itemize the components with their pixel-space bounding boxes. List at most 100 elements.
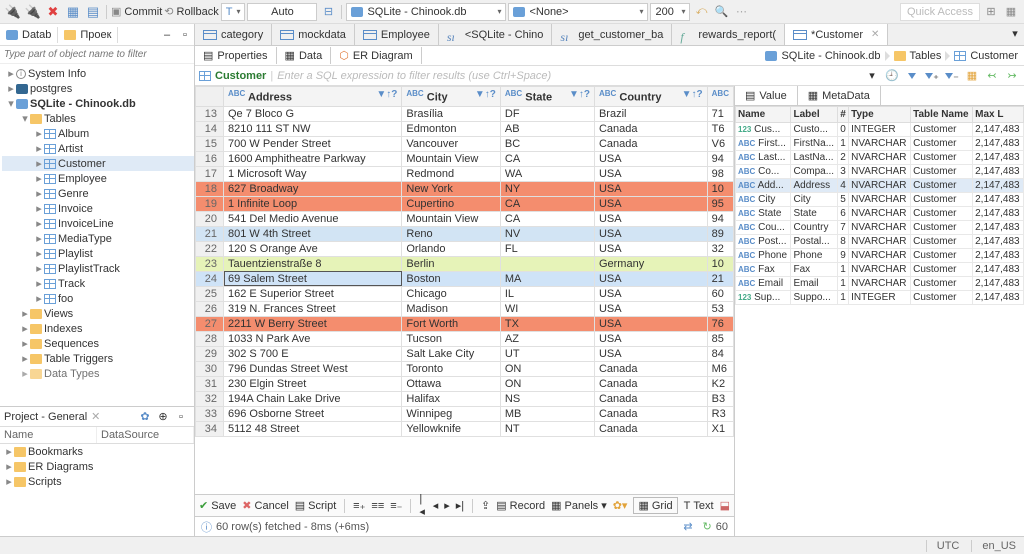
- detach-icon[interactable]: ⬓: [720, 499, 730, 512]
- commit-button[interactable]: ▣Commit: [111, 5, 162, 18]
- meta-row[interactable]: ABC Cou...Country7NVARCHARCustomer2,147,…: [736, 221, 1024, 235]
- tab-category[interactable]: category: [195, 24, 272, 45]
- table-row[interactable]: 15700 W Pender StreetVancouverBCCanadaV6: [196, 136, 734, 151]
- table-row[interactable]: 22120 S Orange AveOrlandoFLUSA32: [196, 241, 734, 256]
- tx-mode-value[interactable]: Auto: [247, 3, 317, 21]
- meta-col-name[interactable]: Name: [736, 107, 791, 123]
- table-row[interactable]: 33696 Osborne StreetWinnipegMBCanadaR3: [196, 406, 734, 421]
- tab-database-navigator[interactable]: Datab: [0, 27, 58, 43]
- meta-col-num[interactable]: #: [838, 107, 849, 123]
- tab-get-customer[interactable]: sıget_customer_ba: [552, 24, 672, 45]
- cancel-button[interactable]: ✖Cancel: [242, 499, 288, 512]
- meta-row[interactable]: ABC First...FirstNa...1NVARCHARCustomer2…: [736, 137, 1024, 151]
- table-row[interactable]: 191 Infinite LoopCupertinoCAUSA95: [196, 196, 734, 211]
- tree-item-table[interactable]: ▸Playlist: [2, 246, 194, 261]
- plus-icon[interactable]: ⊕: [154, 408, 172, 426]
- gear-icon[interactable]: ✿: [136, 408, 154, 426]
- navigator-filter-input[interactable]: [0, 46, 194, 64]
- meta-row[interactable]: ABC PhonePhone9NVARCHARCustomer2,147,483: [736, 249, 1024, 263]
- del-row-icon[interactable]: ≡₋: [390, 499, 402, 512]
- table-row[interactable]: 26319 N. Frances StreetMadisonWIUSA53: [196, 301, 734, 316]
- col-address[interactable]: ABC Address▼↑?: [224, 87, 402, 107]
- filter-set2-icon[interactable]: ₋: [944, 68, 960, 84]
- grid-view-button[interactable]: ▦ Grid: [633, 497, 677, 514]
- table-row[interactable]: 21801 W 4th StreetRenoNVUSA89: [196, 226, 734, 241]
- tree-item-table[interactable]: ▸InvoiceLine: [2, 216, 194, 231]
- meta-tab-value[interactable]: ▤Value: [735, 86, 798, 105]
- tree-item-indexes[interactable]: ▸Indexes: [2, 321, 194, 336]
- meta-col-type[interactable]: Type: [849, 107, 911, 123]
- nav-fwd-icon[interactable]: ↣: [1004, 68, 1020, 84]
- script-button[interactable]: ▤Script: [295, 499, 337, 512]
- tree-item-table-triggers[interactable]: ▸Table Triggers: [2, 351, 194, 366]
- sql-filter-input[interactable]: Enter a SQL expression to filter results…: [277, 70, 860, 82]
- col-city[interactable]: ABC City▼↑?: [402, 87, 501, 107]
- text-view-button[interactable]: T Text: [684, 500, 714, 512]
- filter-set1-icon[interactable]: ₊: [924, 68, 940, 84]
- project-col-datasource[interactable]: DataSource: [97, 427, 194, 443]
- tree-item-data-types[interactable]: ▸Data Types: [2, 366, 194, 381]
- meta-row[interactable]: ABC Add...Address4NVARCHARCustomer2,147,…: [736, 179, 1024, 193]
- filter-clear-icon[interactable]: [904, 68, 920, 84]
- panels-button[interactable]: ▦ Panels ▾: [551, 499, 607, 512]
- undo-icon[interactable]: ⤺: [692, 3, 710, 21]
- tree-item-table[interactable]: ▸Customer: [2, 156, 194, 171]
- nav-back-icon[interactable]: ↢: [984, 68, 1000, 84]
- meta-row[interactable]: ABC EmailEmail1NVARCHARCustomer2,147,483: [736, 277, 1024, 291]
- meta-row[interactable]: 123 Sup...Suppo...1INTEGERCustomer2,147,…: [736, 291, 1024, 305]
- meta-row[interactable]: ABC CityCity5NVARCHARCustomer2,147,483: [736, 193, 1024, 207]
- tree-item-table[interactable]: ▸foo: [2, 291, 194, 306]
- table-row[interactable]: 30796 Dundas Street WestTorontoONCanadaM…: [196, 361, 734, 376]
- plug-icon[interactable]: 🔌: [24, 3, 42, 21]
- tree-item-table[interactable]: ▸Invoice: [2, 201, 194, 216]
- gear-icon[interactable]: ✿▾: [613, 499, 628, 512]
- record-mode-button[interactable]: ▤ Record: [496, 499, 545, 512]
- subtab-er-diagram[interactable]: ⬡ER Diagram: [331, 47, 422, 64]
- sql-script-icon[interactable]: ▤: [84, 3, 102, 21]
- tab-sqlite-chino[interactable]: sı<SQLite - Chino: [439, 24, 553, 45]
- subtab-properties[interactable]: ▤Properties: [195, 47, 277, 64]
- metadata-grid[interactable]: Name Label # Type Table Name Max L 123 C…: [735, 106, 1024, 305]
- collapse-icon[interactable]: ▫: [172, 408, 190, 426]
- rollback-button[interactable]: ⟲Rollback: [164, 5, 218, 18]
- crumb-tables[interactable]: Tables: [910, 50, 942, 62]
- first-page-icon[interactable]: |◂: [419, 493, 426, 518]
- tabs-overflow-icon[interactable]: ▾: [1006, 24, 1024, 42]
- more-icon[interactable]: ⋯: [732, 3, 750, 21]
- meta-col-max[interactable]: Max L: [973, 107, 1024, 123]
- tree-item-postgres[interactable]: ▸postgres: [2, 81, 194, 96]
- prev-page-icon[interactable]: ◂: [433, 499, 439, 512]
- rowlimit-field[interactable]: 200▾: [650, 3, 690, 21]
- meta-row[interactable]: 123 Cus...Custo...0INTEGERCustomer2,147,…: [736, 123, 1024, 137]
- col-state[interactable]: ABC State▼↑?: [500, 87, 594, 107]
- tab-employee[interactable]: Employee: [355, 24, 439, 45]
- new-conn-icon[interactable]: 🔌: [4, 3, 22, 21]
- project-col-name[interactable]: Name: [0, 427, 97, 443]
- search-icon[interactable]: 🔍: [712, 3, 730, 21]
- table-row[interactable]: 23Tauentzienstraße 8BerlinGermany10: [196, 256, 734, 271]
- tab-rewards-report[interactable]: frewards_report(: [672, 24, 785, 45]
- tree-item-table[interactable]: ▸Artist: [2, 141, 194, 156]
- tx-icon[interactable]: ⊟: [319, 3, 337, 21]
- meta-row[interactable]: ABC FaxFax1NVARCHARCustomer2,147,483: [736, 263, 1024, 277]
- tab-projects[interactable]: Проек: [58, 27, 118, 43]
- table-row[interactable]: 20541 Del Medio AvenueMountain ViewCAUSA…: [196, 211, 734, 226]
- export-icon[interactable]: ⇪: [481, 499, 490, 512]
- dup-row-icon[interactable]: ≡≡: [371, 500, 384, 512]
- project-item[interactable]: ▸ER Diagrams: [0, 459, 194, 474]
- tx-mode-dropdown[interactable]: T▾: [221, 3, 246, 21]
- quick-access[interactable]: Quick Access: [900, 3, 980, 21]
- last-page-icon[interactable]: ▸|: [456, 499, 464, 512]
- tree-item-table[interactable]: ▸Album: [2, 126, 194, 141]
- tree-item-table[interactable]: ▸Track: [2, 276, 194, 291]
- meta-row[interactable]: ABC Last...LastNa...2NVARCHARCustomer2,1…: [736, 151, 1024, 165]
- tree-item-table[interactable]: ▸PlaylistTrack: [2, 261, 194, 276]
- crumb-table[interactable]: Customer: [970, 50, 1018, 62]
- filter-column-icon[interactable]: ▦: [964, 68, 980, 84]
- data-grid[interactable]: ABC Address▼↑? ABC City▼↑? ABC State▼↑? …: [195, 86, 734, 437]
- save-button[interactable]: ✔Save: [199, 499, 236, 512]
- tree-item-systeminfo[interactable]: ▸iSystem Info: [2, 66, 194, 81]
- tree-item-table[interactable]: ▸Employee: [2, 171, 194, 186]
- table-row[interactable]: 2469 Salem StreetBostonMAUSA21: [196, 271, 734, 286]
- table-row[interactable]: 32194A Chain Lake DriveHalifaxNSCanadaB3: [196, 391, 734, 406]
